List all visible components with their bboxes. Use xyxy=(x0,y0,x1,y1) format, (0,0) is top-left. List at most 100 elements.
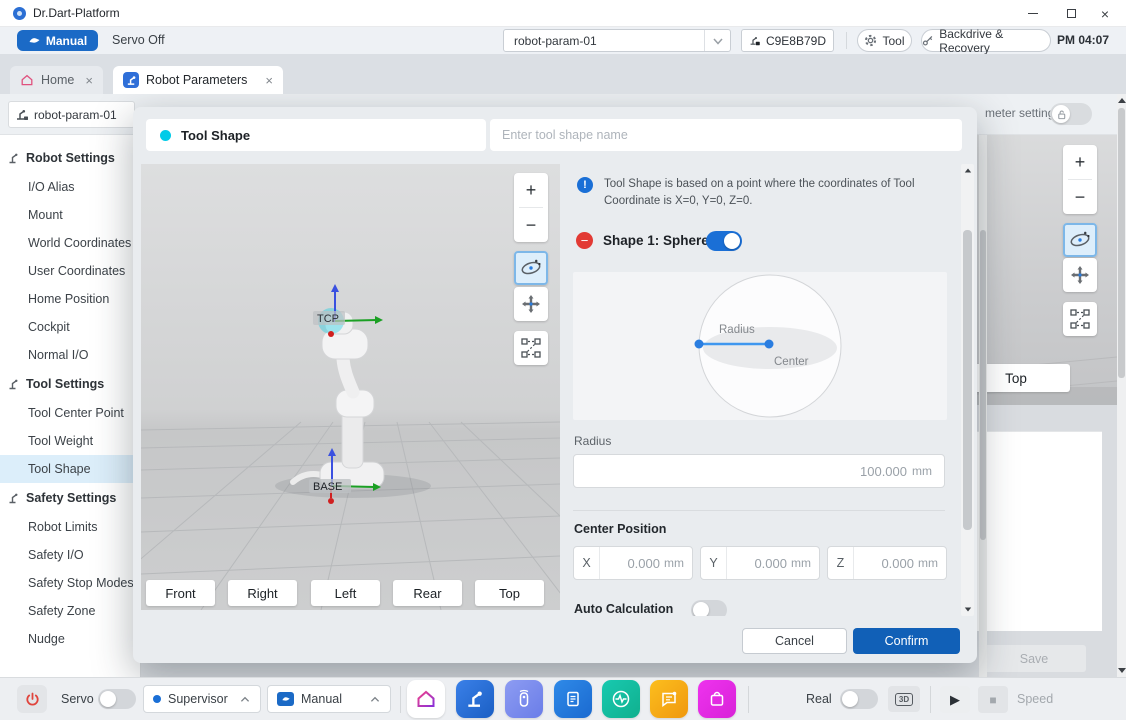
sidebar-item-home-position[interactable]: Home Position xyxy=(0,285,140,313)
close-window-button[interactable]: × xyxy=(1088,0,1122,27)
orbit-icon xyxy=(519,256,543,280)
zoom-out-button[interactable]: − xyxy=(514,208,548,242)
message-app-icon[interactable] xyxy=(650,680,688,718)
close-tab-icon[interactable]: × xyxy=(85,73,93,88)
sidebar-item-robot-limits[interactable]: Robot Limits xyxy=(0,513,140,541)
monitor-app-icon[interactable] xyxy=(602,680,640,718)
clock: PM 04:07 xyxy=(1057,27,1109,54)
divider xyxy=(573,510,945,511)
scroll-up-icon[interactable] xyxy=(964,169,970,173)
zoom-in-button[interactable]: + xyxy=(514,173,548,207)
center-y-input[interactable]: Y 0.000mm xyxy=(700,546,820,580)
bg-zoom-out-button[interactable]: − xyxy=(1063,180,1097,214)
device-id-badge[interactable]: C9E8B79D xyxy=(741,29,834,52)
robot-icon xyxy=(8,492,20,504)
sidebar-item-cockpit[interactable]: Cockpit xyxy=(0,313,140,341)
dialog-scroll-thumb[interactable] xyxy=(963,230,972,530)
view-rear-button[interactable]: Rear xyxy=(393,580,462,606)
view-left-button[interactable]: Left xyxy=(311,580,380,606)
view-top-button[interactable]: Top xyxy=(475,580,544,606)
servo-toggle[interactable] xyxy=(98,689,136,709)
cancel-button[interactable]: Cancel xyxy=(742,628,847,654)
bg-pan-tool-button[interactable] xyxy=(1063,258,1097,292)
sidebar-item-safety-stop-modes[interactable]: Safety Stop Modes xyxy=(0,569,140,597)
sidebar-item-tool-weight[interactable]: Tool Weight xyxy=(0,427,140,455)
real-toggle[interactable] xyxy=(840,689,878,709)
dialog-scrollbar[interactable] xyxy=(961,164,974,616)
robot-3d-scene: TCP BASE xyxy=(141,164,560,610)
document-app-icon[interactable] xyxy=(554,680,592,718)
remove-shape-icon[interactable]: − xyxy=(576,232,593,249)
minimize-button[interactable] xyxy=(1016,0,1050,27)
taskbar-divider xyxy=(930,686,931,713)
play-icon: ▶ xyxy=(950,692,960,708)
dialog-title-box: Tool Shape xyxy=(146,119,486,151)
param-name-box[interactable]: robot-param-01 xyxy=(8,101,135,128)
robot-params-app-icon[interactable] xyxy=(456,680,494,718)
background-scrollbar[interactable] xyxy=(979,135,987,677)
orbit-tool-button[interactable] xyxy=(514,251,548,285)
tcp-label: TCP xyxy=(317,313,339,325)
lock-settings-toggle[interactable] xyxy=(1050,103,1092,125)
radius-unit: mm xyxy=(912,464,932,478)
stop-button[interactable]: ■ xyxy=(978,686,1008,713)
backdrive-recovery-button[interactable]: Backdrive & Recovery xyxy=(921,29,1051,52)
sidebar-item-tool-center-point[interactable]: Tool Center Point xyxy=(0,399,140,427)
radius-input[interactable]: 100.000 mm xyxy=(573,454,945,488)
robot-icon xyxy=(8,378,20,390)
sidebar-item-normal-io[interactable]: Normal I/O xyxy=(0,341,140,369)
sidebar-item-nudge[interactable]: Nudge xyxy=(0,625,140,653)
view-3d-button[interactable]: 3D xyxy=(888,686,920,712)
home-app-icon[interactable] xyxy=(407,680,445,718)
sidebar-item-world-coordinates[interactable]: World Coordinates xyxy=(0,229,140,257)
sidebar-item-user-coordinates[interactable]: User Coordinates xyxy=(0,257,140,285)
scroll-down-icon[interactable] xyxy=(1118,668,1126,673)
bg-zoom-in-button[interactable]: + xyxy=(1063,145,1097,179)
scroll-up-icon[interactable] xyxy=(1118,98,1126,103)
base-label: BASE xyxy=(313,481,342,493)
measure-icon xyxy=(520,337,542,359)
power-button[interactable] xyxy=(17,685,47,713)
sidebar-item-io-alias[interactable]: I/O Alias xyxy=(0,173,140,201)
measure-tool-button[interactable] xyxy=(514,331,548,365)
pan-tool-button[interactable] xyxy=(514,287,548,321)
confirm-button[interactable]: Confirm xyxy=(853,628,960,654)
auto-calculation-toggle[interactable] xyxy=(691,600,727,616)
dialog-3d-viewport[interactable]: TCP BASE + − xyxy=(141,164,560,610)
play-button[interactable]: ▶ xyxy=(940,686,970,713)
view-right-button[interactable]: Right xyxy=(228,580,297,606)
mode-dropdown[interactable]: Manual xyxy=(267,685,391,713)
titlebar: Dr.Dart-Platform × xyxy=(0,0,1126,27)
sidebar-item-tool-shape[interactable]: Tool Shape xyxy=(0,455,140,483)
maximize-button[interactable] xyxy=(1054,0,1088,27)
manual-mode-button[interactable]: Manual xyxy=(17,30,98,51)
robot-icon xyxy=(15,108,29,121)
page-scrollbar[interactable] xyxy=(1117,94,1126,677)
param-file-dropdown[interactable]: robot-param-01 xyxy=(503,29,731,52)
center-x-input[interactable]: X 0.000mm xyxy=(573,546,693,580)
store-app-icon[interactable] xyxy=(698,680,736,718)
close-tab-icon[interactable]: × xyxy=(265,73,273,88)
tab-robot-parameters[interactable]: Robot Parameters × xyxy=(113,66,283,94)
tab-home[interactable]: Home × xyxy=(10,66,103,94)
speed-label: Speed xyxy=(1017,678,1053,720)
sidebar-item-safety-io[interactable]: Safety I/O xyxy=(0,541,140,569)
page-scroll-thumb[interactable] xyxy=(1118,108,1125,378)
sidebar-item-mount[interactable]: Mount xyxy=(0,201,140,229)
shape-1-toggle[interactable] xyxy=(706,231,742,251)
sphere-diagram: Radius Center xyxy=(573,272,947,420)
remote-app-icon[interactable] xyxy=(505,680,543,718)
maximize-icon xyxy=(1067,9,1076,18)
view-front-button[interactable]: Front xyxy=(146,580,215,606)
sidebar-item-safety-zone[interactable]: Safety Zone xyxy=(0,597,140,625)
servo-label: Servo xyxy=(61,678,94,720)
save-button[interactable]: Save xyxy=(982,645,1086,672)
center-z-input[interactable]: Z 0.000mm xyxy=(827,546,947,580)
tool-shape-name-input[interactable] xyxy=(490,119,962,151)
tool-button[interactable]: Tool xyxy=(857,29,912,52)
stop-icon: ■ xyxy=(989,693,996,707)
bg-orbit-tool-button[interactable] xyxy=(1063,223,1097,257)
scroll-down-icon[interactable] xyxy=(964,608,970,612)
bg-measure-tool-button[interactable] xyxy=(1063,302,1097,336)
role-dropdown[interactable]: Supervisor xyxy=(143,685,261,713)
